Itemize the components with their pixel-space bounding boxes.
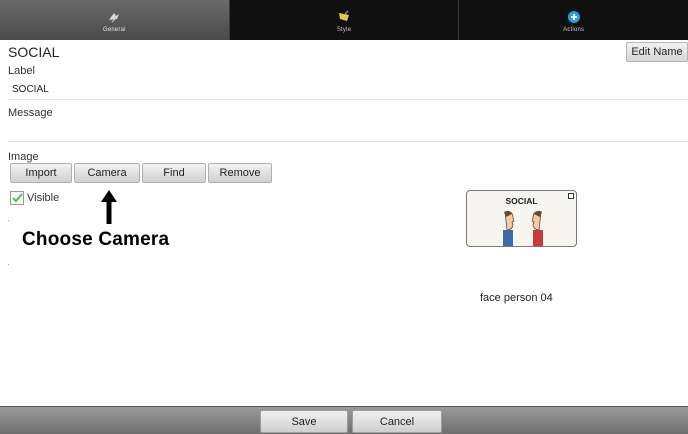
visible-checkbox[interactable] (10, 191, 24, 205)
find-button[interactable]: Find (142, 163, 206, 183)
checkmark-icon (11, 193, 23, 203)
tab-actions[interactable]: Actions (459, 0, 688, 40)
tab-general-label: General (102, 26, 126, 33)
cancel-button[interactable]: Cancel (352, 410, 442, 433)
message-field-label: Message (8, 107, 53, 119)
image-section-label: Image (8, 151, 39, 163)
image-button-row: Import Camera Find Remove (10, 163, 272, 183)
tab-general[interactable]: General (0, 0, 230, 40)
divider-dot: · (7, 216, 10, 225)
preview-title: SOCIAL (505, 196, 538, 206)
label-field-label: Label (8, 65, 35, 77)
page-title: SOCIAL (8, 44, 60, 60)
actions-plus-icon (567, 10, 580, 23)
edit-name-button[interactable]: Edit Name (626, 42, 688, 62)
annotation-text: Choose Camera (22, 229, 170, 250)
divider-dot: · (7, 260, 10, 269)
button-preview: SOCIAL (466, 190, 577, 247)
label-input[interactable]: SOCIAL (8, 80, 688, 100)
message-input[interactable] (8, 122, 688, 142)
tab-actions-label: Actions (563, 26, 585, 33)
save-button[interactable]: Save (260, 410, 348, 433)
visible-checkbox-row[interactable]: Visible (10, 191, 59, 205)
up-arrow-icon (101, 190, 117, 224)
remove-button[interactable]: Remove (208, 163, 272, 183)
top-tab-bar: General Style Actions (0, 0, 688, 40)
image-caption: face person 04 (480, 292, 553, 304)
style-tab-icon (339, 9, 349, 21)
general-tab-icon (109, 12, 120, 22)
visible-label: Visible (27, 192, 60, 204)
bottom-action-bar: Save Cancel (0, 406, 688, 434)
tab-style-label: Style (336, 26, 352, 33)
camera-button[interactable]: Camera (74, 163, 140, 183)
face-person-icon (503, 210, 543, 246)
tab-style[interactable]: Style (230, 0, 460, 40)
import-button[interactable]: Import (10, 163, 72, 183)
